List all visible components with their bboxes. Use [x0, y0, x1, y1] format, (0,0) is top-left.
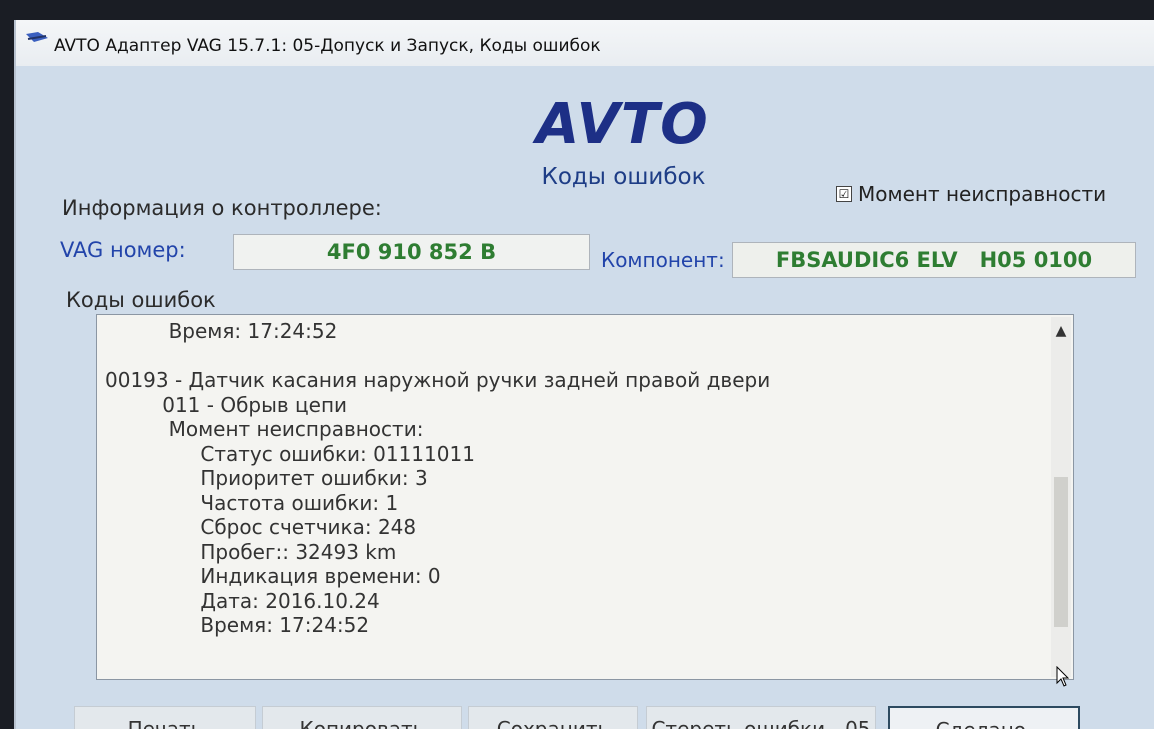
vag-number-label: VAG номер: — [60, 238, 186, 262]
done-return-button[interactable]: Сделано, Возврат — [888, 706, 1080, 729]
brand-logo: AVTO — [536, 92, 709, 157]
save-button[interactable]: Сохранить — [468, 706, 638, 729]
log-line: Момент неисправности: — [105, 417, 424, 441]
print-button[interactable]: Печать — [74, 706, 256, 729]
checkbox-icon[interactable]: ☑ — [836, 186, 852, 202]
log-line: Приоритет ошибки: 3 — [105, 466, 428, 490]
fault-codes-label: Коды ошибок — [66, 288, 216, 312]
mouse-cursor-icon — [1056, 666, 1070, 687]
window-title: AVTO Адаптер VAG 15.7.1: 05-Допуск и Зап… — [54, 36, 601, 56]
fault-moment-label: Момент неисправности — [858, 182, 1107, 206]
main-panel: AVTO Коды ошибок ☑ Момент неисправности … — [16, 66, 1154, 729]
component-label: Компонент: — [601, 248, 725, 272]
log-line: Время: 17:24:52 — [105, 613, 370, 637]
vertical-scrollbar[interactable]: ▲ — [1051, 317, 1071, 677]
scroll-thumb[interactable] — [1054, 477, 1068, 627]
page-subtitle: Коды ошибок — [541, 164, 706, 190]
log-line: Дата: 2016.10.24 — [105, 588, 380, 613]
log-line: Сброс счетчика: 248 — [105, 515, 417, 539]
log-line: Пробег:: 32493 km — [105, 539, 397, 564]
fault-codes-text: Время: 17:24:52 00193 - Датчик касания н… — [105, 319, 1043, 638]
component-field[interactable]: FBSAUDIC6 ELV H05 0100 — [732, 242, 1136, 278]
log-line: Частота ошибки: 1 — [105, 490, 399, 515]
fault-moment-checkbox[interactable]: ☑ Момент неисправности — [836, 182, 1106, 206]
up-arrow-icon[interactable]: ▲ — [1051, 323, 1071, 339]
app-window: AVTO Адаптер VAG 15.7.1: 05-Допуск и Зап… — [14, 20, 1154, 729]
fault-codes-log[interactable]: Время: 17:24:52 00193 - Датчик касания н… — [96, 314, 1074, 680]
log-line: Индикация времени: 0 — [105, 564, 441, 588]
clear-errors-button[interactable]: Стереть ошибки - 05 — [646, 706, 876, 729]
controller-info-label: Информация о контроллере: — [62, 196, 382, 220]
vag-number-field[interactable]: 4F0 910 852 B — [233, 234, 590, 270]
log-line: Время: 17:24:52 — [105, 319, 338, 343]
log-line: 00193 - Датчик касания наружной ручки за… — [105, 368, 771, 392]
app-icon — [26, 32, 48, 42]
log-line: Статус ошибки: 01111011 — [105, 441, 475, 466]
log-line: 011 - Обрыв цепи — [105, 392, 348, 417]
title-bar[interactable]: AVTO Адаптер VAG 15.7.1: 05-Допуск и Зап… — [16, 20, 1154, 67]
copy-button[interactable]: Копировать — [262, 706, 462, 729]
